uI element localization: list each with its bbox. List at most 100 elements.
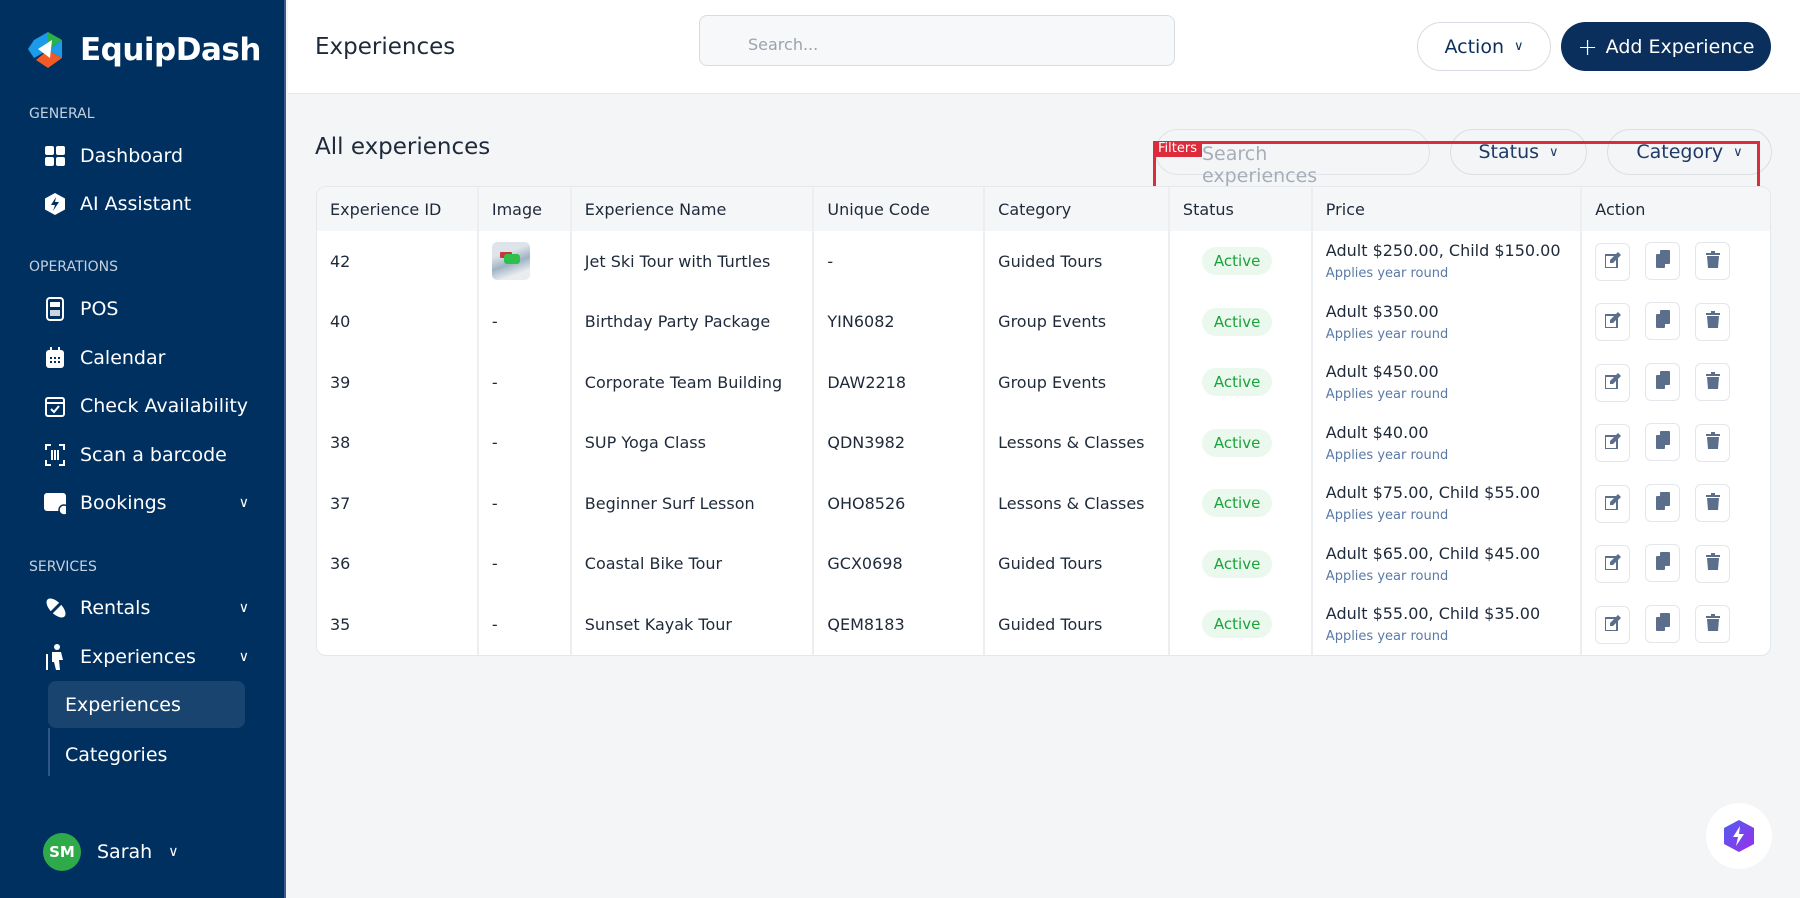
table-row[interactable]: 42 Jet Ski Tour with Turtles - Guided To… xyxy=(317,231,1770,292)
delete-button[interactable] xyxy=(1695,484,1731,523)
experience-id: 42 xyxy=(330,251,351,271)
price-note: Applies year round xyxy=(1325,387,1449,403)
duplicate-button[interactable] xyxy=(1645,604,1681,643)
add-experience-button[interactable]: + Add Experience xyxy=(1561,22,1771,71)
experience-name: Jet Ski Tour with Turtles xyxy=(569,231,813,292)
unique-code: DAW2218 xyxy=(812,352,983,413)
price-note: Applies year round xyxy=(1325,266,1449,282)
experience-thumbnail[interactable] xyxy=(491,242,530,281)
global-search-input[interactable]: Search... xyxy=(699,15,1175,66)
copy-icon xyxy=(1655,370,1670,393)
experience-id: 40 xyxy=(330,312,351,332)
duplicate-button[interactable] xyxy=(1645,423,1681,462)
copy-icon xyxy=(1655,491,1670,514)
delete-button[interactable] xyxy=(1695,605,1731,644)
add-label: Add Experience xyxy=(1605,35,1755,58)
experience-name: SUP Yoga Class xyxy=(569,412,813,473)
trash-icon xyxy=(1705,371,1720,393)
table-row[interactable]: 36 - Coastal Bike Tour GCX0698 Guided To… xyxy=(317,533,1770,594)
logo[interactable]: EquipDash xyxy=(28,30,261,70)
price-note: Applies year round xyxy=(1325,568,1449,584)
duplicate-button[interactable] xyxy=(1645,483,1681,522)
table-row[interactable]: 35 - Sunset Kayak Tour QEM8183 Guided To… xyxy=(317,594,1770,655)
sidebar-item-check-availability[interactable]: Check Availability xyxy=(44,395,249,417)
edit-button[interactable] xyxy=(1595,545,1631,584)
duplicate-button[interactable] xyxy=(1645,362,1681,401)
unique-code: YIN6082 xyxy=(812,291,983,352)
chevron-down-icon[interactable]: ∨ xyxy=(239,649,249,665)
delete-button[interactable] xyxy=(1695,363,1731,402)
user-menu[interactable]: SM Sarah ∨ xyxy=(43,833,178,871)
section-general: GENERAL xyxy=(29,106,95,122)
section-title: All experiences xyxy=(315,134,491,160)
action-cell xyxy=(1580,412,1770,473)
delete-button[interactable] xyxy=(1695,302,1731,341)
ai-bolt-icon xyxy=(44,193,66,215)
experience-name: Birthday Party Package xyxy=(569,291,813,352)
edit-button[interactable] xyxy=(1595,424,1631,463)
sidebar-item-rentals[interactable]: Rentals ∨ xyxy=(44,596,249,620)
calendar-check-icon xyxy=(44,395,66,417)
sidebar-item-label: Dashboard xyxy=(80,145,184,167)
table-row[interactable]: 40 - Birthday Party Package YIN6082 Grou… xyxy=(317,291,1770,352)
table-row[interactable]: 39 - Corporate Team Building DAW2218 Gro… xyxy=(317,352,1770,413)
image-cell: - xyxy=(491,614,498,634)
trash-icon xyxy=(1705,432,1720,453)
edit-icon xyxy=(1603,251,1621,272)
status-cell: Active xyxy=(1167,291,1311,352)
edit-icon xyxy=(1603,614,1621,635)
chevron-down-icon[interactable]: ∨ xyxy=(239,600,249,616)
unique-code: GCX0698 xyxy=(812,533,983,594)
delete-button[interactable] xyxy=(1695,242,1731,281)
delete-button[interactable] xyxy=(1695,544,1731,583)
sidebar-item-dashboard[interactable]: Dashboard xyxy=(44,145,249,167)
chevron-down-icon[interactable]: ∨ xyxy=(239,495,249,511)
edit-button[interactable] xyxy=(1595,303,1631,342)
sidebar-item-calendar[interactable]: Calendar xyxy=(44,347,249,369)
edit-button[interactable] xyxy=(1595,242,1631,281)
unique-code: QEM8183 xyxy=(812,594,983,655)
duplicate-button[interactable] xyxy=(1645,302,1681,341)
kayak-icon xyxy=(44,596,66,620)
sidebar-item-ai-assistant[interactable]: AI Assistant xyxy=(44,193,249,215)
sidebar-item-label: Calendar xyxy=(80,347,166,369)
table-row[interactable]: 38 - SUP Yoga Class QDN3982 Lessons & Cl… xyxy=(317,412,1770,473)
sidebar-item-experiences[interactable]: Experiences ∨ xyxy=(44,644,249,670)
edit-button[interactable] xyxy=(1595,484,1631,523)
sidebar-item-scan-barcode[interactable]: Scan a barcode xyxy=(44,444,249,466)
edit-icon xyxy=(1603,312,1621,332)
edit-button[interactable] xyxy=(1595,363,1631,402)
column-header: Action xyxy=(1580,187,1770,231)
sidebar-subitem-experiences[interactable]: Experiences xyxy=(48,681,245,728)
status-cell: Active xyxy=(1167,412,1311,473)
experience-name: Corporate Team Building xyxy=(569,352,813,413)
image-cell: - xyxy=(491,554,498,574)
price-cell: Adult $250.00, Child $150.00 Applies year… xyxy=(1310,231,1581,292)
sidebar-item-bookings[interactable]: Bookings ∨ xyxy=(44,492,249,515)
delete-button[interactable] xyxy=(1695,423,1731,462)
column-header: Unique Code xyxy=(812,187,984,231)
table-row[interactable]: 37 - Beginner Surf Lesson OHO8526 Lesson… xyxy=(317,473,1770,534)
action-cell xyxy=(1580,473,1770,534)
plus-icon: + xyxy=(1577,32,1598,61)
column-header: Status xyxy=(1167,187,1311,231)
section-services: SERVICES xyxy=(29,559,97,575)
grid-icon xyxy=(44,145,66,167)
price-cell: Adult $450.00 Applies year round xyxy=(1310,352,1581,413)
category: Group Events xyxy=(983,352,1168,413)
price-cell: Adult $65.00, Child $45.00 Applies year r… xyxy=(1310,533,1581,594)
sidebar-item-pos[interactable]: POS xyxy=(44,297,249,321)
edit-icon xyxy=(1603,372,1621,393)
duplicate-button[interactable] xyxy=(1645,241,1681,280)
duplicate-button[interactable] xyxy=(1645,544,1681,583)
experience-name: Beginner Surf Lesson xyxy=(569,473,813,534)
ai-assistant-fab[interactable] xyxy=(1706,803,1772,869)
copy-icon xyxy=(1655,249,1670,272)
section-operations: OPERATIONS xyxy=(29,259,119,275)
sidebar-subitem-categories[interactable]: Categories xyxy=(48,731,245,778)
edit-button[interactable] xyxy=(1595,605,1631,644)
sidebar-item-label: AI Assistant xyxy=(80,193,192,215)
price-cell: Adult $75.00, Child $55.00 Applies year r… xyxy=(1310,473,1581,534)
action-dropdown-button[interactable]: Action ∨ xyxy=(1417,22,1551,71)
category: Guided Tours xyxy=(983,594,1168,655)
